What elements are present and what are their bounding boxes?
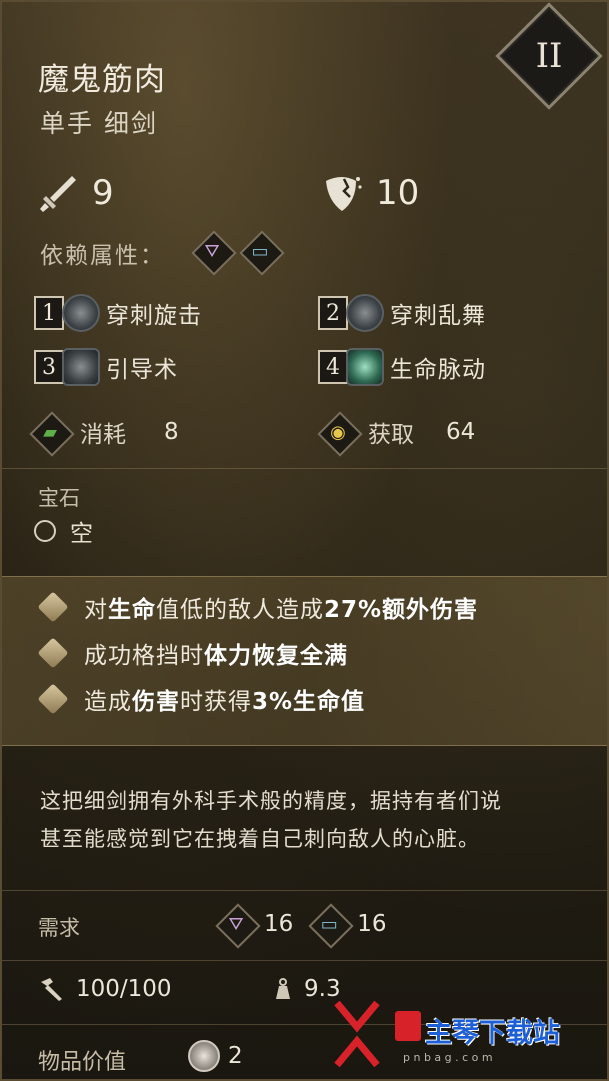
- divider: [2, 890, 607, 891]
- book-icon: ▭: [251, 240, 269, 262]
- cost-label: 消耗: [80, 422, 126, 448]
- arcane-requirement-icon: ▭: [309, 904, 349, 944]
- item-value-label: 物品价值: [38, 1050, 127, 1075]
- skill-slot-number: 1: [34, 296, 64, 330]
- cost-value: 8: [164, 419, 179, 445]
- defense-stat: 10: [320, 167, 419, 219]
- item-name: 魔鬼筋肉: [38, 62, 166, 98]
- shield-break-icon: [326, 177, 362, 211]
- arcane-scaling-badge[interactable]: ▭: [240, 231, 280, 271]
- skill-2[interactable]: 2 穿刺乱舞: [318, 290, 486, 336]
- watermark-logo-icon: [334, 1000, 380, 1068]
- spin-thrust-icon: [62, 294, 100, 332]
- effect-item: 对生命值低的敌人造成27%额外伤害: [37, 584, 479, 630]
- gem-slot-value: 空: [70, 521, 93, 547]
- gem-slot[interactable]: 空: [34, 514, 93, 548]
- effect-text: 成功格挡时体力恢复全满: [84, 643, 348, 669]
- gain-value: 64: [446, 419, 476, 445]
- effect-bullet-icon: [37, 591, 69, 623]
- cost-icon: ▰: [30, 412, 70, 452]
- effect-item: 造成伤害时获得3%生命值: [37, 676, 478, 722]
- skill-4[interactable]: 4 生命脉动: [318, 344, 486, 390]
- defense-value: 10: [376, 173, 420, 213]
- effect-item: 成功格挡时体力恢复全满: [37, 630, 478, 676]
- skill-name: 穿刺乱舞: [390, 303, 486, 329]
- gain-stat: ◉ 获取 64: [318, 412, 475, 452]
- item-description: 这把细剑拥有外科手术般的精度，据持有者们说 甚至能感觉到它在拽着自己刺向敌人的心…: [40, 782, 600, 858]
- empty-slot-icon: [34, 520, 56, 542]
- praying-hands-icon: ⛛: [228, 913, 244, 935]
- effect-bullet-icon: [37, 637, 69, 669]
- channel-arrows-icon: [62, 348, 100, 386]
- scaling-label: 依赖属性：: [40, 243, 165, 269]
- effect-bullet-icon: [37, 683, 69, 715]
- faith-requirement-icon: ⛛: [216, 904, 256, 944]
- item-value: 2: [188, 1040, 243, 1072]
- hammer-icon: [41, 978, 62, 1001]
- life-pulse-icon: [346, 348, 384, 386]
- arcane-requirement-value: 16: [357, 911, 387, 937]
- effect-text: 对生命值低的敌人造成27%额外伤害: [84, 597, 479, 623]
- gem-label: 宝石: [38, 486, 80, 510]
- book-icon: ▭: [320, 913, 338, 935]
- skill-slot-number: 4: [318, 350, 348, 384]
- skill-3[interactable]: 3 引导术: [34, 344, 178, 390]
- faith-scaling-badge[interactable]: ⛛: [192, 231, 232, 271]
- item-detail-panel: II 魔鬼筋肉 单手 细剑 9 10 依赖属性： ⛛ ▭ 1 穿刺旋击 2 穿刺…: [0, 0, 609, 1081]
- thrust-flurry-icon: [346, 294, 384, 332]
- site-watermark: 主琴下载站 p n b a g . c o m: [307, 997, 597, 1071]
- gain-label: 获取: [368, 422, 414, 448]
- skill-slot-number: 2: [318, 296, 348, 330]
- skill-name: 生命脉动: [390, 357, 486, 383]
- skill-slot-number: 3: [34, 350, 64, 384]
- cost-stat: ▰ 消耗 8: [30, 412, 179, 452]
- praying-hands-icon: ⛛: [204, 240, 220, 262]
- scaling-icons: ⛛ ▭: [192, 231, 280, 271]
- description-line: 这把细剑拥有外科手术般的精度，据持有者们说: [40, 789, 502, 813]
- divider: [2, 960, 607, 961]
- attack-value: 9: [92, 173, 114, 213]
- faith-requirement-value: 16: [264, 911, 294, 937]
- attack-stat: 9: [38, 167, 114, 219]
- effect-text: 造成伤害时获得3%生命值: [84, 689, 366, 715]
- skill-name: 穿刺旋击: [106, 303, 202, 329]
- level-badge: II: [535, 36, 563, 76]
- requirements-label: 需求: [38, 916, 80, 940]
- watermark-sub-text: p n b a g . c o m: [403, 1051, 493, 1064]
- divider: [2, 468, 607, 469]
- description-line: 甚至能感觉到它在拽着自己刺向敌人的心脏。: [40, 827, 480, 851]
- item-type: 单手 细剑: [40, 109, 158, 138]
- skill-1[interactable]: 1 穿刺旋击: [34, 290, 202, 336]
- weight-icon: [276, 978, 290, 999]
- coin-icon: [188, 1040, 220, 1072]
- effects-list: 对生命值低的敌人造成27%额外伤害 成功格挡时体力恢复全满 造成伤害时获得3%生…: [37, 584, 479, 722]
- durability-value: 100/100: [76, 976, 172, 1002]
- durability-stat: 100/100: [38, 976, 172, 1002]
- watermark-main-text: 主琴下载站: [425, 1018, 560, 1049]
- item-value-amount: 2: [228, 1043, 243, 1069]
- skill-name: 引导术: [106, 357, 178, 383]
- gain-icon: ◉: [318, 412, 358, 452]
- watermark-badge-icon: [395, 1011, 421, 1041]
- sword-icon: [40, 176, 76, 212]
- requirements-values: ⛛ 16 ▭ 16: [216, 904, 387, 944]
